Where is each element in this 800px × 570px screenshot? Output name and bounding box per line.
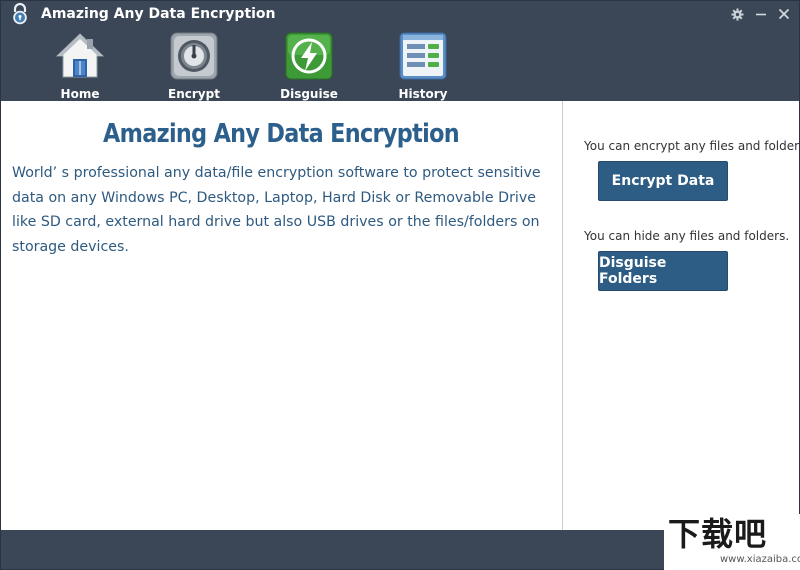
nav-label-home: Home bbox=[60, 87, 100, 101]
nav-item-history[interactable]: History bbox=[375, 29, 471, 101]
history-list-icon bbox=[399, 32, 447, 80]
shield-lightning-icon bbox=[285, 32, 333, 80]
close-button[interactable] bbox=[772, 4, 795, 24]
app-title: Amazing Any Data Encryption bbox=[41, 6, 276, 22]
safe-dial-icon bbox=[170, 32, 218, 80]
nav-item-disguise[interactable]: Disguise bbox=[261, 29, 357, 101]
nav-item-home[interactable]: Home bbox=[32, 29, 128, 101]
minimize-icon bbox=[755, 13, 766, 16]
encrypt-hint: You can encrypt any files and folders. bbox=[584, 139, 800, 153]
gear-icon bbox=[731, 7, 744, 21]
padlock-icon bbox=[13, 3, 27, 25]
watermark-logo: 下载吧 bbox=[668, 515, 768, 553]
disguise-hint: You can hide any files and folders. bbox=[584, 229, 790, 243]
nav-item-encrypt[interactable]: Encrypt bbox=[146, 29, 242, 101]
main-nav: Home Encrypt Disguise History bbox=[1, 29, 471, 101]
settings-button[interactable] bbox=[726, 4, 749, 24]
home-icon bbox=[55, 33, 105, 78]
action-panel: You can encrypt any files and folders. E… bbox=[563, 101, 800, 530]
close-icon bbox=[778, 8, 789, 20]
nav-label-history: History bbox=[398, 87, 448, 101]
main-content: Amazing Any Data Encryption World’ s pro… bbox=[1, 101, 561, 530]
header-bar: Amazing Any Data Encryption Home Encrypt… bbox=[1, 1, 799, 101]
app-window: Amazing Any Data Encryption Home Encrypt… bbox=[0, 0, 800, 570]
disguise-folders-button[interactable]: Disguise Folders bbox=[598, 251, 728, 291]
site-watermark: 下载吧 www.xiazaiba.com bbox=[664, 514, 800, 570]
minimize-button[interactable] bbox=[749, 4, 772, 24]
product-description: World’ s professional any data/file encr… bbox=[12, 165, 541, 255]
page-title: Amazing Any Data Encryption bbox=[102, 119, 460, 149]
nav-label-disguise: Disguise bbox=[280, 87, 338, 101]
window-controls bbox=[726, 4, 795, 24]
watermark-url: www.xiazaiba.com bbox=[720, 554, 800, 565]
encrypt-data-button[interactable]: Encrypt Data bbox=[598, 161, 728, 201]
nav-label-encrypt: Encrypt bbox=[168, 87, 220, 101]
